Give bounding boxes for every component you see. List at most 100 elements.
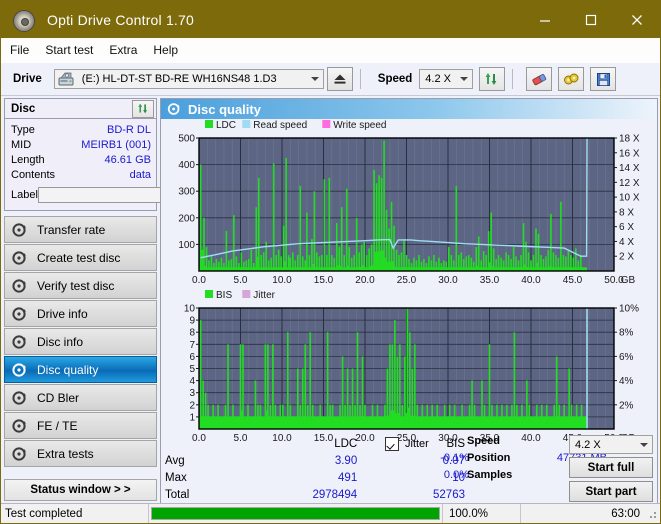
status-window-label: Status window > > bbox=[30, 484, 131, 496]
stats-max-ldc: 491 bbox=[338, 471, 358, 484]
menu-bar: File Start test Extra Help bbox=[1, 38, 660, 63]
sidebar-item-label: Extra tests bbox=[37, 446, 94, 461]
start-part-label: Start part bbox=[585, 485, 637, 498]
disc-icon bbox=[8, 334, 32, 350]
refresh-button[interactable] bbox=[479, 67, 506, 91]
drive-icon bbox=[58, 72, 74, 87]
sidebar-item-extra-tests[interactable]: Extra tests bbox=[4, 440, 157, 467]
svg-text:2: 2 bbox=[189, 400, 195, 411]
disc-icon bbox=[8, 278, 32, 294]
menu-item-extra[interactable]: Extra bbox=[109, 43, 137, 57]
panel-header: Disc quality bbox=[161, 99, 657, 119]
minimize-button[interactable] bbox=[522, 1, 568, 38]
svg-text:GB: GB bbox=[621, 275, 636, 286]
sidebar-item-create-test-disc[interactable]: Create test disc bbox=[4, 244, 157, 271]
start-part-button[interactable]: Start part bbox=[569, 481, 653, 502]
stats-col-ldc: LDC bbox=[334, 437, 358, 450]
menu-item-start-test[interactable]: Start test bbox=[45, 43, 93, 57]
svg-text:25.0: 25.0 bbox=[397, 275, 417, 286]
speed-stat-label: Speed bbox=[467, 435, 501, 447]
speed-select[interactable]: 4.2 X bbox=[419, 69, 474, 89]
disc-group-header: Disc bbox=[5, 99, 156, 119]
disc-quality-bis-chart[interactable]: 123456789102%4%6%8%10%0.0 5.0 10.0 15.0 20.0… bbox=[161, 289, 656, 447]
chevron-down-icon bbox=[640, 442, 648, 447]
jitter-checkbox[interactable] bbox=[385, 436, 399, 451]
sidebar-item-label: CD Bler bbox=[37, 390, 80, 405]
drive-select[interactable]: (E:) HL-DT-ST BD-RE WH16NS48 1.D3 bbox=[53, 69, 324, 89]
window-title: Opti Drive Control 1.70 bbox=[47, 11, 194, 28]
status-message: Test completed bbox=[1, 504, 149, 523]
disc-row-type: Type BD-R DL bbox=[11, 122, 151, 137]
title-bar: Opti Drive Control 1.70 bbox=[1, 1, 660, 38]
svg-text:45.0: 45.0 bbox=[563, 275, 583, 286]
svg-text:10 X: 10 X bbox=[619, 193, 640, 204]
sidebar: Disc Type BD-R DL MID MEIRB1 (001) Lengt… bbox=[1, 96, 242, 506]
panel-title: Disc quality bbox=[188, 101, 261, 117]
menu-item-help[interactable]: Help bbox=[153, 43, 178, 57]
maximize-button[interactable] bbox=[568, 1, 614, 38]
svg-text:5.0: 5.0 bbox=[234, 275, 248, 286]
stats-row-label: Total bbox=[165, 488, 190, 501]
svg-text:8 X: 8 X bbox=[619, 207, 634, 218]
stats-row-label: Avg bbox=[165, 454, 185, 467]
start-full-label: Start full bbox=[587, 461, 635, 474]
samples-stat-label: Samples bbox=[467, 469, 513, 481]
speed-label: Speed bbox=[377, 73, 413, 85]
elapsed-time: 63:00 bbox=[520, 504, 646, 523]
sidebar-item-disc-quality[interactable]: Disc quality bbox=[4, 356, 157, 383]
refresh-icon bbox=[485, 73, 497, 85]
sidebar-item-disc-info[interactable]: Disc info bbox=[4, 328, 157, 355]
progress-percent: 100.0% bbox=[442, 504, 520, 523]
tools-button[interactable] bbox=[558, 67, 585, 91]
jitter-label: Jitter bbox=[405, 437, 429, 450]
main-area: Disc Type BD-R DL MID MEIRB1 (001) Lengt… bbox=[1, 96, 660, 506]
svg-text:2 X: 2 X bbox=[619, 252, 634, 263]
disc-refresh-button[interactable] bbox=[132, 99, 154, 118]
svg-text:300: 300 bbox=[178, 187, 195, 198]
stats-max-jitter: 0.0% bbox=[443, 469, 469, 481]
sidebar-item-cd-bler[interactable]: CD Bler bbox=[4, 384, 157, 411]
status-window-button[interactable]: Status window > > bbox=[4, 479, 157, 501]
stats-avg-ldc: 3.90 bbox=[334, 454, 358, 467]
disc-row-key: MID bbox=[11, 138, 32, 151]
disc-info-group: Disc Type BD-R DL MID MEIRB1 (001) Lengt… bbox=[4, 98, 242, 211]
sidebar-item-transfer-rate[interactable]: Transfer rate bbox=[4, 216, 157, 243]
sidebar-item-label: FE / TE bbox=[37, 418, 78, 433]
disc-quality-ldc-chart[interactable]: 100 200 300 400 500 2 X 4 X 6 X 8 X 10 X 12 X 14 X 1… bbox=[161, 119, 656, 289]
sidebar-item-verify-test-disc[interactable]: Verify test disc bbox=[4, 272, 157, 299]
close-button[interactable] bbox=[614, 1, 660, 38]
charts-container: 100 200 300 400 500 2 X 4 X 6 X 8 X 10 X 12 X 14 X 1… bbox=[161, 119, 657, 447]
svg-text:8%: 8% bbox=[619, 328, 634, 339]
svg-text:BIS: BIS bbox=[216, 290, 232, 301]
disc-row-key: Contents bbox=[11, 168, 56, 181]
sidebar-item-label: Disc info bbox=[37, 334, 84, 349]
disc-quality-icon bbox=[167, 102, 182, 116]
disc-quality-panel: Disc quality 100 200 300 400 500 2 X 4 X 6 X 8 X… bbox=[160, 98, 658, 506]
disc-icon bbox=[8, 362, 32, 378]
svg-text:200: 200 bbox=[178, 213, 195, 224]
svg-text:400: 400 bbox=[178, 160, 195, 171]
svg-text:40.0: 40.0 bbox=[521, 275, 541, 286]
erase-button[interactable] bbox=[526, 67, 553, 91]
disc-icon bbox=[8, 418, 32, 434]
disc-icon bbox=[8, 446, 32, 462]
svg-text:1: 1 bbox=[189, 412, 195, 423]
chevron-down-icon bbox=[460, 77, 469, 81]
disc-icon bbox=[8, 390, 32, 406]
disc-icon bbox=[8, 222, 32, 238]
menu-item-file[interactable]: File bbox=[10, 43, 29, 57]
sidebar-item-fe-te[interactable]: FE / TE bbox=[4, 412, 157, 439]
save-button[interactable] bbox=[590, 67, 617, 91]
status-bar: Test completed 100.0% 63:00 bbox=[1, 503, 660, 523]
disc-row-contents: Contents data bbox=[11, 167, 151, 182]
sidebar-item-drive-info[interactable]: Drive info bbox=[4, 300, 157, 327]
eject-button[interactable] bbox=[326, 67, 353, 91]
content-area: Disc quality 100 200 300 400 500 2 X 4 X 6 X 8 X… bbox=[160, 96, 660, 506]
svg-text:10%: 10% bbox=[619, 304, 639, 315]
stats-avg-jitter: -0.1% bbox=[440, 452, 469, 464]
svg-text:Write speed: Write speed bbox=[333, 120, 386, 131]
test-speed-select[interactable]: 4.2 X bbox=[569, 435, 653, 454]
tools-icon bbox=[563, 73, 579, 84]
start-full-button[interactable]: Start full bbox=[569, 457, 653, 478]
resize-grip[interactable] bbox=[646, 508, 658, 520]
